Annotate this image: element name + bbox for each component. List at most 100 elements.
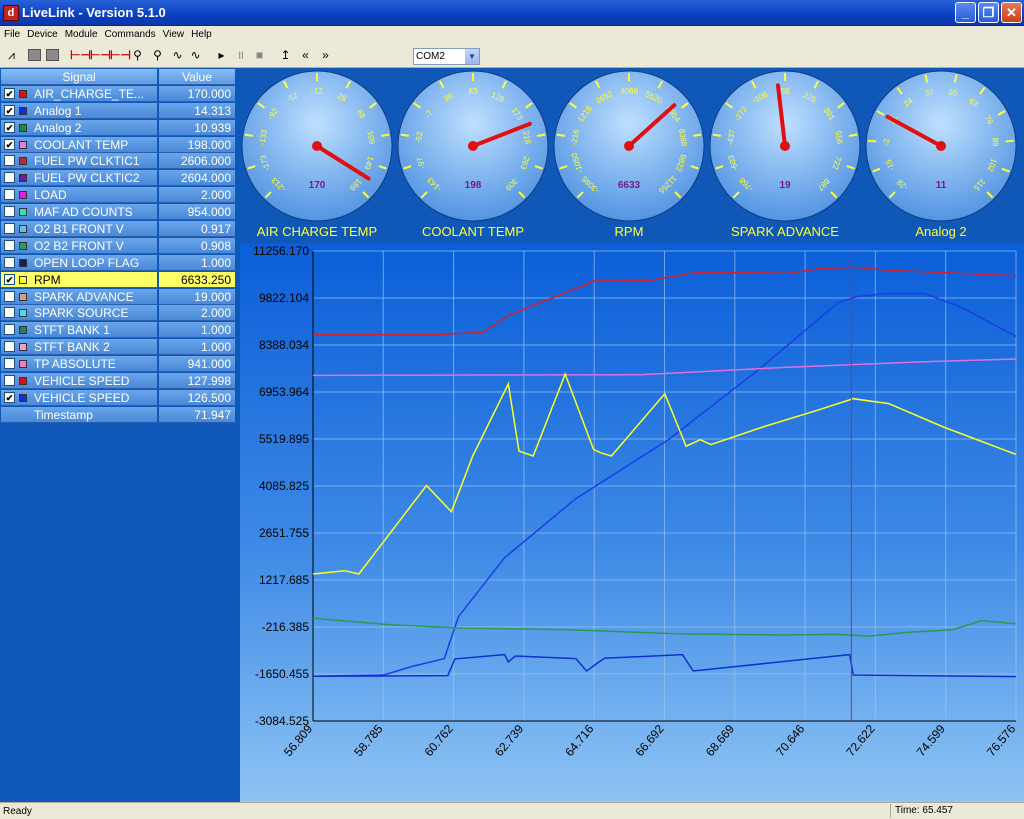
menu-module[interactable]: Module	[61, 26, 101, 40]
stop-square-icon-2[interactable]	[46, 49, 59, 61]
minimize-button[interactable]: _	[955, 2, 976, 23]
y-tick-label: 11256.170	[253, 244, 309, 258]
color-swatch[interactable]	[19, 208, 27, 217]
table-row[interactable]: SPARK ADVANCE 19.000	[1, 288, 235, 306]
signal-value: 2.000	[159, 187, 235, 204]
color-swatch[interactable]	[19, 225, 27, 234]
menu-commands[interactable]: Commands	[101, 26, 159, 40]
maximize-button[interactable]: ❐	[978, 2, 999, 23]
pause-icon[interactable]: ॥	[233, 48, 248, 63]
gauge-tick-label: 83	[469, 87, 478, 96]
table-row[interactable]: ✔ Analog 1 14.313	[1, 102, 235, 120]
color-swatch[interactable]	[19, 393, 27, 402]
fast-forward-icon[interactable]: »	[318, 48, 333, 63]
row-checkbox[interactable]	[4, 290, 15, 302]
table-row[interactable]: OPEN LOOP FLAG 1.000	[1, 254, 235, 272]
gauge-spark-advance: -768 -603 -437 -272 -106 59 225 391 556 722 887 19 S…	[708, 69, 862, 243]
stop-icon[interactable]: ■	[252, 48, 267, 63]
table-row[interactable]: STFT BANK 1 1.000	[1, 322, 235, 339]
table-row[interactable]: VEHICLE SPEED 127.998	[1, 373, 235, 390]
gauge-tick	[244, 133, 253, 137]
signal-value: 0.917	[159, 221, 235, 238]
table-row[interactable]: FUEL PW CLKTIC2 2604.000	[1, 170, 235, 187]
gauge-tick-label: 59	[781, 87, 790, 96]
com-port-select[interactable]: COM2 ▼	[413, 48, 480, 65]
color-swatch[interactable]	[19, 258, 27, 267]
row-checkbox[interactable]	[4, 223, 15, 235]
signal-value: 1.000	[159, 339, 235, 356]
gauge-hub	[780, 141, 790, 151]
signal-table: Signal Value ✔ AIR_CHARGE_TE... 170.000 ✔ An…	[1, 69, 235, 424]
color-swatch[interactable]	[19, 174, 27, 183]
signal-up-icon[interactable]: ∿	[170, 48, 185, 63]
signal-value: 10.939	[159, 119, 235, 136]
chart-icon[interactable]: ⩘	[4, 48, 19, 63]
row-checkbox[interactable]	[4, 155, 15, 167]
zoom-fit-icon[interactable]: ⊢⊣	[70, 48, 91, 63]
row-checkbox[interactable]: ✔	[4, 273, 15, 285]
color-swatch[interactable]	[19, 309, 27, 318]
menu-device[interactable]: Device	[23, 26, 61, 40]
color-swatch[interactable]	[19, 140, 27, 149]
table-row[interactable]: LOAD 2.000	[1, 187, 235, 204]
gauge-tick	[849, 133, 858, 137]
row-checkbox[interactable]: ✔	[4, 121, 15, 133]
rewind-icon[interactable]: «	[298, 48, 313, 63]
row-checkbox[interactable]	[4, 239, 15, 251]
color-swatch[interactable]	[19, 191, 27, 200]
color-swatch[interactable]	[19, 106, 27, 115]
row-checkbox[interactable]: ✔	[4, 138, 15, 150]
signal-name: SPARK SOURCE	[34, 306, 129, 321]
color-swatch[interactable]	[19, 241, 27, 250]
row-checkbox[interactable]	[4, 358, 15, 370]
menu-file[interactable]: File	[0, 26, 23, 40]
row-checkbox[interactable]	[4, 324, 15, 336]
color-swatch[interactable]	[19, 89, 27, 98]
menu-view[interactable]: View	[159, 26, 188, 40]
menu-help[interactable]: Help	[187, 26, 215, 40]
table-row[interactable]: O2 B1 FRONT V 0.917	[1, 221, 235, 238]
row-checkbox[interactable]: ✔	[4, 104, 15, 116]
table-row[interactable]: ✔ AIR_CHARGE_TE... 170.000	[1, 85, 235, 103]
color-swatch[interactable]	[19, 326, 27, 335]
row-checkbox[interactable]	[4, 172, 15, 184]
table-row[interactable]: ✔ VEHICLE SPEED 126.500	[1, 389, 235, 407]
stop-square-icon[interactable]	[28, 49, 41, 61]
row-checkbox[interactable]	[4, 307, 15, 319]
row-checkbox[interactable]	[4, 375, 15, 387]
table-row[interactable]: MAF AD COUNTS 954.000	[1, 204, 235, 221]
row-checkbox[interactable]: ✔	[4, 87, 15, 99]
zoom-in-icon[interactable]: ⊢⊣	[90, 48, 111, 63]
color-swatch[interactable]	[19, 343, 27, 352]
color-swatch[interactable]	[19, 157, 27, 166]
row-checkbox[interactable]	[4, 341, 15, 353]
color-swatch[interactable]	[19, 123, 27, 132]
table-row[interactable]: ✔ COOLANT TEMP 198.000	[1, 136, 235, 154]
color-swatch[interactable]	[19, 292, 27, 301]
table-row[interactable]: O2 B2 FRONT V 0.908	[1, 237, 235, 255]
table-row[interactable]: FUEL PW CLKTIC1 2606.000	[1, 153, 235, 170]
signal-name: RPM	[34, 272, 61, 287]
probe-icon[interactable]: ⚲	[130, 48, 145, 63]
com-port-value: COM2	[416, 51, 445, 62]
table-row[interactable]: ✔ RPM 6633.250	[1, 271, 235, 289]
play-icon[interactable]: ▸	[214, 48, 229, 63]
close-button[interactable]: ✕	[1001, 2, 1022, 23]
chevron-down-icon[interactable]: ▼	[465, 49, 479, 64]
signal-down-icon[interactable]: ∿	[188, 48, 203, 63]
row-checkbox[interactable]	[4, 256, 15, 268]
signal-chart[interactable]: 11256.170 9822.104 8388.034 6953.964 5519.89…	[240, 243, 1024, 802]
color-swatch[interactable]	[19, 377, 27, 386]
table-row[interactable]: TP ABSOLUTE 941.000	[1, 356, 235, 373]
zoom-out-icon[interactable]: ⊢⊣	[110, 48, 131, 63]
probe-icon-2[interactable]: ⚲	[150, 48, 165, 63]
row-checkbox[interactable]	[4, 189, 15, 201]
table-row[interactable]: SPARK SOURCE 2.000	[1, 305, 235, 322]
pin-icon[interactable]: ↥	[278, 48, 293, 63]
color-swatch[interactable]	[19, 275, 27, 284]
color-swatch[interactable]	[19, 360, 27, 369]
row-checkbox[interactable]: ✔	[4, 391, 15, 403]
table-row[interactable]: ✔ Analog 2 10.939	[1, 119, 235, 137]
table-row[interactable]: STFT BANK 2 1.000	[1, 339, 235, 356]
row-checkbox[interactable]	[4, 206, 15, 218]
